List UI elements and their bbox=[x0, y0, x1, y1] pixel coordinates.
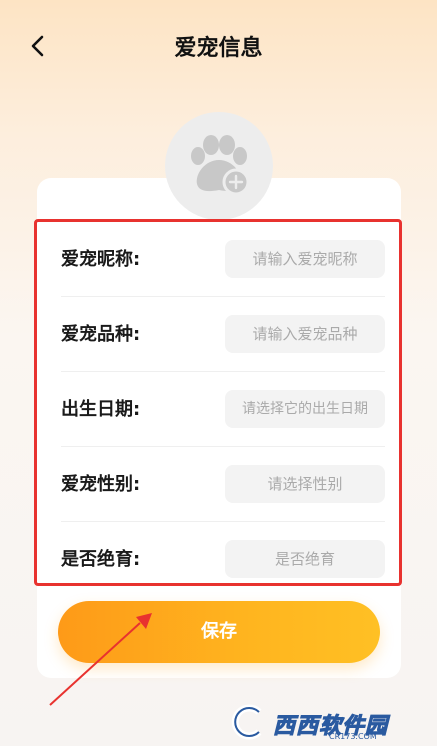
pet-avatar-upload[interactable] bbox=[165, 112, 273, 220]
watermark-logo-icon bbox=[231, 704, 262, 740]
annotation-arrow-icon bbox=[49, 613, 152, 706]
annotation-highlight-box bbox=[34, 219, 402, 586]
top-bar: 爱宠信息 bbox=[0, 0, 437, 92]
paw-add-icon bbox=[191, 135, 250, 196]
watermark: 西西软件园 CR173.COM bbox=[229, 704, 429, 741]
page-title: 爱宠信息 bbox=[174, 36, 263, 61]
watermark-sub: CR173.COM bbox=[329, 732, 377, 741]
